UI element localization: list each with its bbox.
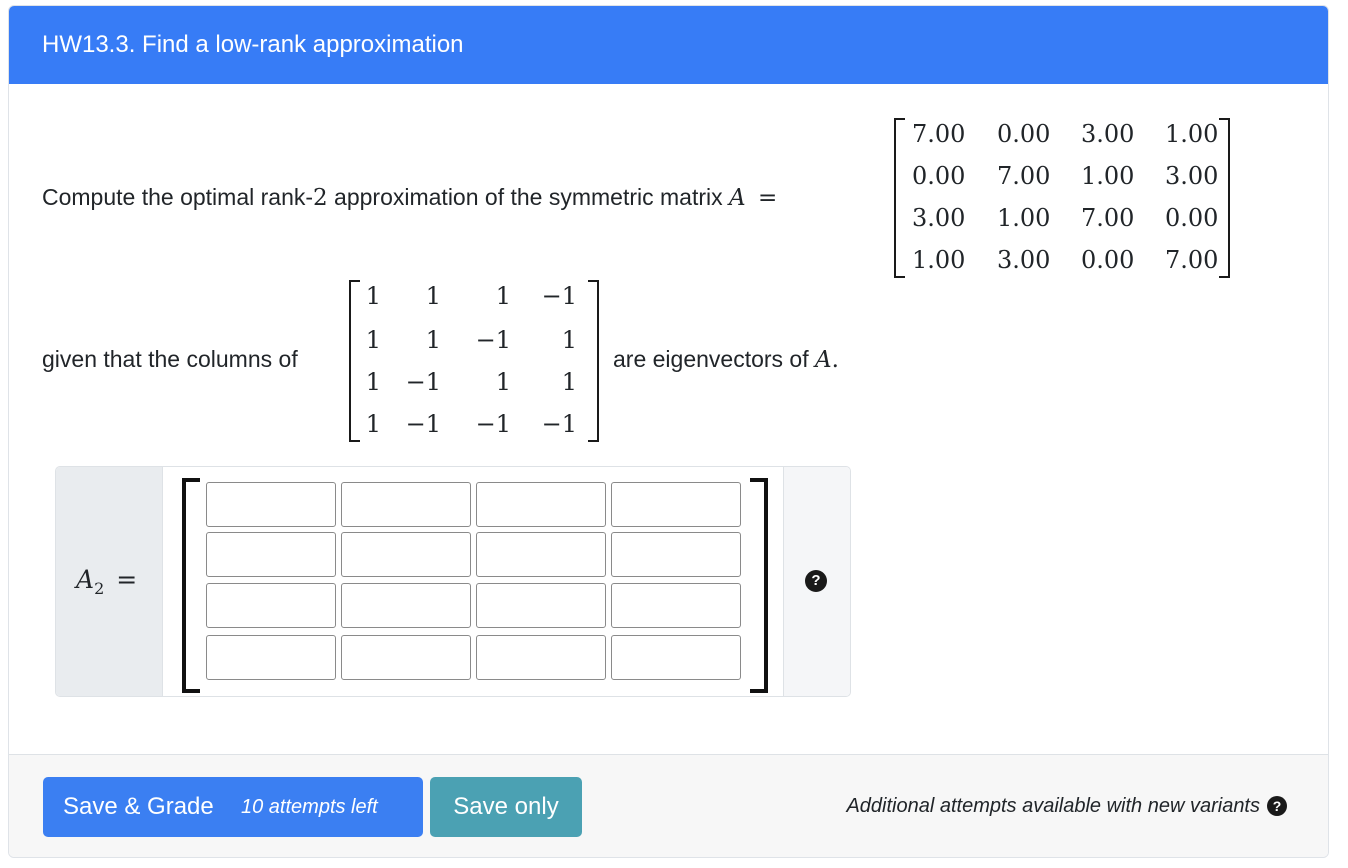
save-and-grade-label: Save & Grade — [63, 793, 214, 820]
matrix-cell-input[interactable] — [611, 583, 741, 628]
answer-label-subscript: 2 — [94, 579, 105, 598]
matrix-A-cell: 1.00 — [912, 246, 966, 274]
eigenvector-cell: −1 — [475, 410, 511, 438]
period: . — [831, 347, 839, 373]
rank-value: 2 — [313, 185, 328, 211]
eigenvector-cell: −1 — [541, 410, 577, 438]
matrix-A-cell: 0.00 — [912, 162, 966, 190]
eigenvector-cell: −1 — [475, 326, 511, 354]
matrix-symbol-2: A — [815, 347, 832, 373]
matrix-cell-input[interactable] — [476, 532, 606, 577]
matrix-A-left-bracket — [894, 118, 905, 278]
matrix-cell-input[interactable] — [206, 482, 336, 527]
eigenvector-cell: −1 — [405, 368, 441, 396]
eigenvector-cell: 1 — [425, 282, 441, 310]
matrix-A-cell: 1.00 — [1081, 162, 1135, 190]
matrix-cell-input[interactable] — [206, 635, 336, 680]
matrix-symbol: A — [729, 185, 746, 211]
question-text: Compute the optimal rank- — [42, 184, 314, 210]
save-and-grade-button[interactable]: Save & Grade 10 attempts left — [43, 777, 423, 837]
matrix-cell-input[interactable] — [476, 482, 606, 527]
matrix-A-cell: 0.00 — [1165, 204, 1219, 232]
matrix-cell-input[interactable] — [341, 635, 471, 680]
matrix-cell-input[interactable] — [476, 635, 606, 680]
footer-help-icon[interactable]: ? — [1267, 796, 1287, 816]
answer-label-equals: = — [116, 565, 138, 594]
matrix-A-cell: 7.00 — [997, 162, 1051, 190]
answer-help-box: ? — [783, 467, 850, 696]
question-line-2-prefix: given that the columns of — [42, 346, 298, 372]
answer-left-bracket — [182, 478, 200, 693]
eigenvector-matrix-right-bracket — [588, 280, 599, 442]
matrix-A-cell: 3.00 — [1165, 162, 1219, 190]
question-text-after: approximation of the symmetric matrix — [327, 184, 729, 210]
matrix-cell-input[interactable] — [341, 583, 471, 628]
matrix-cell-input[interactable] — [341, 482, 471, 527]
matrix-cell-input[interactable] — [611, 532, 741, 577]
answer-label: A2 = — [76, 565, 137, 598]
eigenvector-cell: 1 — [365, 326, 381, 354]
matrix-A-cell: 7.00 — [1165, 246, 1219, 274]
question-card: HW13.3. Find a low-rank approximation Co… — [8, 5, 1329, 858]
matrix-cell-input[interactable] — [206, 532, 336, 577]
eigenvector-cell: 1 — [365, 410, 381, 438]
answer-right-bracket — [750, 478, 768, 693]
matrix-A-cell: 7.00 — [912, 120, 966, 148]
matrix-A: 7.00 0.00 3.00 1.00 0.00 7.00 1.00 3.00 … — [894, 118, 1230, 278]
eigenvector-cell: 1 — [425, 326, 441, 354]
question-line-2-suffix: are eigenvectors of A. — [613, 346, 839, 373]
equals-sign: = — [758, 185, 778, 211]
matrix-cell-input[interactable] — [611, 482, 741, 527]
question-title: HW13.3. Find a low-rank approximation — [42, 31, 464, 58]
matrix-A-cell: 1.00 — [1165, 120, 1219, 148]
matrix-cell-input[interactable] — [206, 583, 336, 628]
save-only-button[interactable]: Save only — [430, 777, 582, 837]
matrix-A-right-bracket — [1219, 118, 1230, 278]
eigenvector-matrix: 1 1 1 −1 1 1 −1 1 1 −1 1 1 1 −1 −1 −1 — [349, 280, 599, 442]
matrix-A-cell: 1.00 — [997, 204, 1051, 232]
help-icon[interactable]: ? — [805, 570, 827, 592]
card-footer: Save & Grade 10 attempts left Save only … — [9, 754, 1328, 857]
matrix-cell-input[interactable] — [611, 635, 741, 680]
card-header: HW13.3. Find a low-rank approximation — [9, 6, 1328, 84]
matrix-A-cell: 0.00 — [1081, 246, 1135, 274]
additional-attempts-note: Additional attempts available with new v… — [846, 795, 1260, 817]
eigenvector-cell: 1 — [495, 368, 511, 396]
eigenvector-cell: 1 — [561, 326, 577, 354]
attempts-left-label: 10 attempts left — [241, 796, 378, 818]
eigenvector-cell: −1 — [541, 282, 577, 310]
matrix-A-cell: 3.00 — [1081, 120, 1135, 148]
eigenvector-cell: 1 — [561, 368, 577, 396]
eigenvector-cell: 1 — [365, 282, 381, 310]
eigenvector-cell: 1 — [495, 282, 511, 310]
matrix-cell-input[interactable] — [476, 583, 606, 628]
answer-label-box: A2 = — [56, 467, 163, 696]
matrix-A-cell: 3.00 — [997, 246, 1051, 274]
matrix-cell-input[interactable] — [341, 532, 471, 577]
matrix-A-cell: 7.00 — [1081, 204, 1135, 232]
eigenvector-cell: −1 — [405, 410, 441, 438]
question-text-after-matrix: are eigenvectors of — [613, 346, 816, 372]
eigenvector-cell: 1 — [365, 368, 381, 396]
matrix-A-cell: 0.00 — [997, 120, 1051, 148]
matrix-A-cell: 3.00 — [912, 204, 966, 232]
question-line-1: Compute the optimal rank-2 approximation… — [42, 184, 777, 211]
answer-label-symbol: A — [76, 565, 95, 594]
answer-input-group: A2 = ? — [55, 466, 851, 697]
